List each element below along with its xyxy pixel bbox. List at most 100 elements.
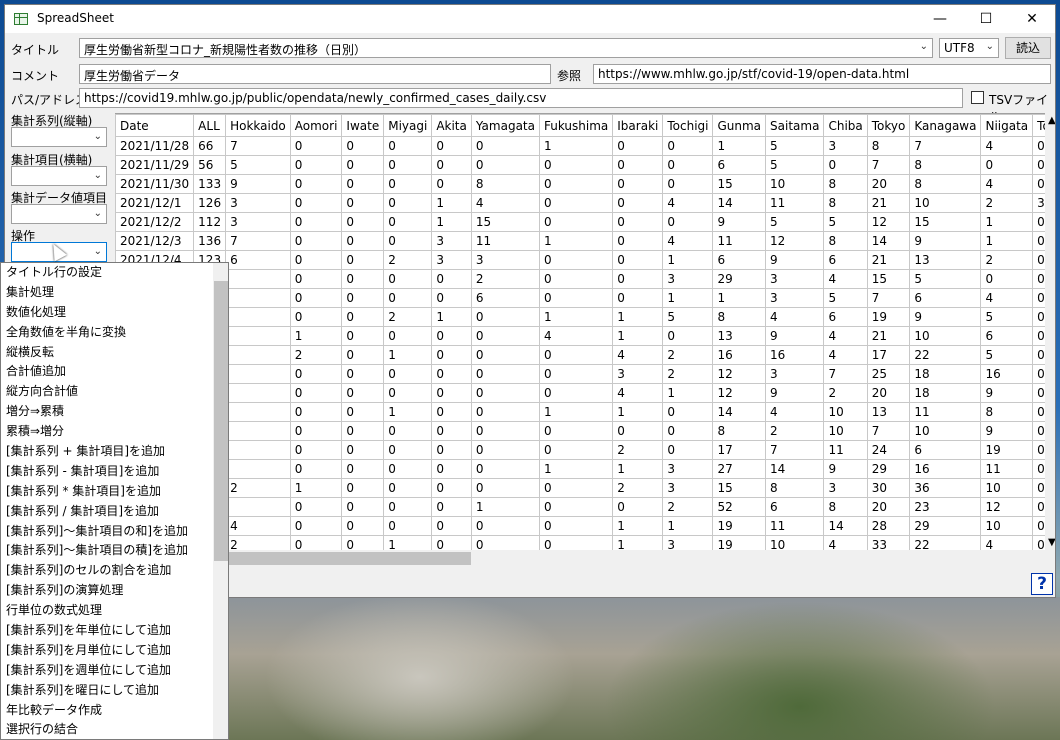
- data-grid[interactable]: Date ALL Hokkaido Aomori Iwate Miyagi Akita Yam…: [115, 113, 1055, 551]
- minimize-button[interactable]: —: [917, 5, 963, 33]
- table-cell[interactable]: 0: [470, 440, 540, 460]
- table-cell[interactable]: 19: [980, 440, 1034, 460]
- table-cell[interactable]: 16: [712, 345, 767, 365]
- dropdown-item[interactable]: 年比較データ作成: [1, 701, 228, 721]
- table-cell[interactable]: 0: [612, 155, 664, 175]
- table-cell[interactable]: 1: [712, 288, 767, 308]
- table-cell[interactable]: 0: [662, 174, 714, 194]
- table-cell[interactable]: 0: [289, 288, 343, 308]
- table-cell[interactable]: 0: [431, 497, 472, 517]
- dropdown-item[interactable]: [集計系列]～集計項目の積]を追加: [1, 541, 228, 561]
- tsv-checkbox[interactable]: [971, 91, 984, 104]
- table-cell[interactable]: 10: [980, 516, 1034, 536]
- table-cell[interactable]: 0: [662, 155, 714, 175]
- table-cell[interactable]: 0: [383, 136, 433, 156]
- table-cell[interactable]: 0: [612, 288, 664, 308]
- table-cell[interactable]: 0: [383, 212, 433, 232]
- table-cell[interactable]: 19: [712, 535, 767, 551]
- table-cell[interactable]: 4: [823, 269, 868, 289]
- column-header[interactable]: Gunma: [712, 114, 767, 137]
- table-cell[interactable]: 0: [431, 174, 472, 194]
- table-cell[interactable]: 126: [193, 193, 227, 213]
- table-cell[interactable]: 0: [289, 383, 343, 403]
- table-cell[interactable]: 1: [980, 231, 1034, 251]
- table-cell[interactable]: 6: [765, 497, 825, 517]
- table-cell[interactable]: 0: [538, 155, 614, 175]
- table-cell[interactable]: 0: [538, 269, 614, 289]
- table-cell[interactable]: 0: [341, 516, 385, 536]
- table-cell[interactable]: 4: [980, 288, 1034, 308]
- table-cell[interactable]: 1: [612, 307, 664, 327]
- table-cell[interactable]: 0: [289, 269, 343, 289]
- dropdown-item[interactable]: タイトル行の設定: [1, 263, 228, 283]
- dropdown-item[interactable]: 縦横反転: [1, 343, 228, 363]
- table-cell[interactable]: 10: [909, 421, 982, 441]
- table-cell[interactable]: 2: [612, 440, 664, 460]
- table-cell[interactable]: 0: [470, 535, 540, 551]
- table-cell[interactable]: 9: [765, 326, 825, 346]
- dropdown-scroll-thumb[interactable]: [214, 281, 228, 561]
- dropdown-scrollbar[interactable]: [213, 263, 228, 739]
- table-cell[interactable]: 0: [538, 212, 614, 232]
- table-cell[interactable]: 2: [470, 269, 540, 289]
- column-header[interactable]: ALL: [193, 114, 227, 137]
- table-cell[interactable]: 0: [431, 402, 472, 422]
- table-cell[interactable]: 3: [662, 478, 714, 498]
- table-cell[interactable]: 0: [431, 440, 472, 460]
- table-cell[interactable]: 0: [470, 421, 540, 441]
- scroll-down-icon[interactable]: ▼: [1048, 537, 1055, 548]
- table-cell[interactable]: 3: [823, 136, 868, 156]
- table-cell[interactable]: 2: [662, 345, 714, 365]
- table-cell[interactable]: 0: [289, 136, 343, 156]
- table-cell[interactable]: 52: [712, 497, 767, 517]
- table-cell[interactable]: 8: [980, 402, 1034, 422]
- table-cell[interactable]: 14: [866, 231, 911, 251]
- table-cell[interactable]: 1: [612, 535, 664, 551]
- table-cell[interactable]: 0: [289, 535, 343, 551]
- dropdown-item[interactable]: 縦方向合計値: [1, 382, 228, 402]
- dropdown-item[interactable]: [集計系列]の演算処理: [1, 581, 228, 601]
- table-cell[interactable]: 2: [383, 250, 433, 270]
- column-header[interactable]: Saitama: [765, 114, 825, 137]
- table-cell[interactable]: 0: [341, 535, 385, 551]
- table-cell[interactable]: 0: [538, 345, 614, 365]
- table-cell[interactable]: 0: [289, 402, 343, 422]
- table-cell[interactable]: 4: [980, 535, 1034, 551]
- table-cell[interactable]: 29: [909, 516, 982, 536]
- table-cell[interactable]: 8: [866, 136, 911, 156]
- table-cell[interactable]: 6: [712, 250, 767, 270]
- table-cell[interactable]: 10: [909, 326, 982, 346]
- table-cell[interactable]: 17: [866, 345, 911, 365]
- table-cell[interactable]: 18: [909, 383, 982, 403]
- table-cell[interactable]: 0: [341, 478, 385, 498]
- table-cell[interactable]: 7: [823, 364, 868, 384]
- table-cell[interactable]: 0: [538, 478, 614, 498]
- table-cell[interactable]: 3: [225, 193, 291, 213]
- table-cell[interactable]: 2: [225, 535, 291, 551]
- column-header[interactable]: Hokkaido: [225, 114, 291, 137]
- table-cell[interactable]: 0: [538, 440, 614, 460]
- table-cell[interactable]: 0: [383, 231, 433, 251]
- table-cell[interactable]: 15: [866, 269, 911, 289]
- table-cell[interactable]: 1: [662, 288, 714, 308]
- table-cell[interactable]: 0: [341, 440, 385, 460]
- table-cell[interactable]: 0: [538, 497, 614, 517]
- table-cell[interactable]: 0: [341, 155, 385, 175]
- table-cell[interactable]: 0: [341, 459, 385, 479]
- table-cell[interactable]: 5: [823, 288, 868, 308]
- table-cell[interactable]: 56: [193, 155, 227, 175]
- column-header[interactable]: Iwate: [341, 114, 385, 137]
- table-cell[interactable]: 2: [980, 193, 1034, 213]
- table-cell[interactable]: 5: [823, 212, 868, 232]
- table-cell[interactable]: 8: [712, 421, 767, 441]
- dropdown-item[interactable]: 数値化処理: [1, 303, 228, 323]
- table-cell[interactable]: 0: [470, 307, 540, 327]
- table-cell[interactable]: 19: [712, 516, 767, 536]
- table-cell[interactable]: 0: [341, 364, 385, 384]
- table-cell[interactable]: 8: [470, 174, 540, 194]
- table-cell[interactable]: 3: [765, 364, 825, 384]
- table-cell[interactable]: 14: [712, 193, 767, 213]
- table-cell[interactable]: 0: [538, 364, 614, 384]
- table-cell[interactable]: 0: [289, 212, 343, 232]
- table-cell[interactable]: 0: [470, 136, 540, 156]
